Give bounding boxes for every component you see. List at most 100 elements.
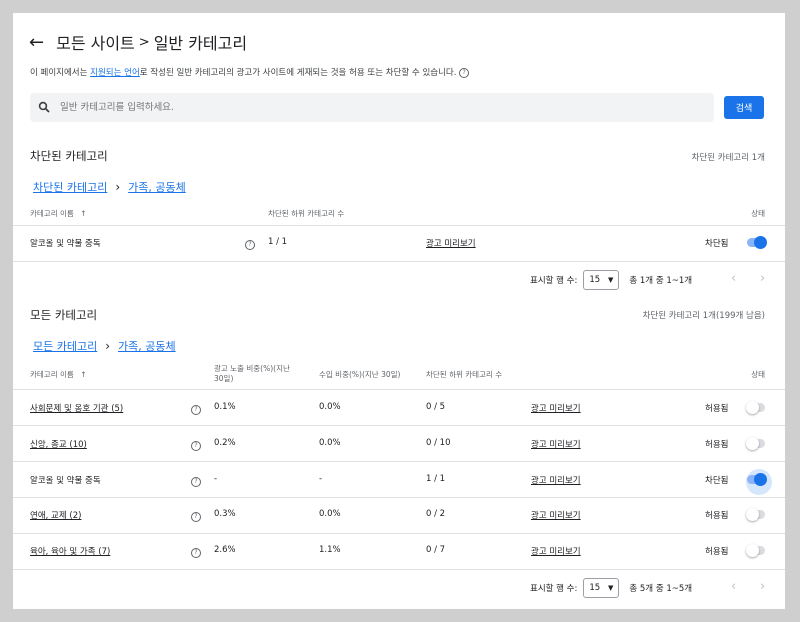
blocked-crumb-root[interactable]: 차단된 카테고리: [33, 179, 107, 195]
page-header: ← 모든 사이트 > 일반 카테고리: [29, 30, 247, 54]
col-header-impressions-line2: 30일): [214, 374, 234, 383]
page-range: 총 5개 중 1~5개: [629, 584, 693, 594]
col-header-sub-blocked: 차단된 하위 카테고리 수: [268, 209, 345, 218]
chevron-right-icon: ›: [115, 180, 121, 194]
blocked-breadcrumb: 차단된 카테고리 › 가족, 공동체: [33, 179, 186, 195]
status-text: 차단됨: [705, 475, 729, 486]
help-icon[interactable]: ?: [191, 548, 201, 559]
ad-preview-link[interactable]: 광고 미리보기: [531, 545, 581, 557]
chevron-right-icon[interactable]: ›: [760, 271, 765, 286]
caret-down-icon: ▼: [607, 584, 614, 592]
help-icon[interactable]: ?: [191, 476, 201, 487]
all-pager: 표시할 행 수: 15 ▼ 총 5개 중 1~5개: [530, 578, 692, 598]
divider: [13, 389, 785, 390]
impression-share: 0.2%: [214, 437, 236, 448]
category-name[interactable]: 육아, 육아 및 가족 (7): [30, 545, 110, 557]
sub-blocked-count: 0 / 7: [426, 545, 446, 556]
divider: [13, 497, 785, 498]
chevron-left-icon[interactable]: ‹: [731, 579, 736, 594]
all-crumb-root[interactable]: 모든 카테고리: [33, 338, 97, 354]
category-name: 알코올 및 약물 중독: [30, 239, 101, 249]
col-header-name[interactable]: 카테고리 이름 ↑: [30, 369, 86, 380]
revenue-share: 0.0%: [319, 509, 341, 520]
toggle-knob: [754, 472, 767, 486]
blocked-pager: 표시할 행 수: 15 ▼ 총 1개 중 1~1개: [530, 270, 692, 290]
sort-arrow-up-icon: ↑: [80, 370, 87, 379]
back-arrow-icon[interactable]: ←: [29, 32, 44, 53]
rows-per-page-select[interactable]: 15 ▼: [583, 578, 620, 598]
col-header-name-label: 카테고리 이름: [30, 209, 74, 218]
block-toggle[interactable]: [746, 401, 765, 414]
supported-languages-link[interactable]: 지원되는 언어: [90, 68, 140, 78]
rows-per-page-value: 15: [589, 275, 601, 285]
category-name[interactable]: 사회문제 및 옹호 기관 (5): [30, 402, 123, 414]
ad-preview-link[interactable]: 광고 미리보기: [531, 509, 581, 521]
chevron-right-icon[interactable]: ›: [760, 579, 765, 594]
rows-per-page-select[interactable]: 15 ▼: [583, 270, 620, 290]
col-header-status: 상태: [751, 209, 765, 218]
impression-share: 0.1%: [214, 402, 236, 412]
col-header-revenue: 수입 비중(%)(지난 30일): [319, 370, 401, 379]
status-text: 허용됨: [705, 439, 729, 450]
category-name[interactable]: 신앙, 종교 (10): [30, 438, 87, 450]
revenue-share: 0.0%: [319, 402, 341, 412]
divider: [13, 533, 785, 534]
ad-preview-link[interactable]: 광고 미리보기: [531, 474, 581, 486]
status-text: 차단됨: [705, 239, 729, 249]
blocked-count: 차단된 카테고리 1개: [691, 153, 765, 163]
col-header-impressions-line1: 광고 노출 비중(%)(지난: [214, 364, 290, 373]
status-text: 허용됨: [705, 547, 729, 558]
all-crumb-current[interactable]: 가족, 공동체: [118, 338, 176, 354]
all-count: 차단된 카테고리 1개(199개 남음): [642, 311, 765, 321]
chevron-left-icon[interactable]: ‹: [731, 271, 736, 286]
rows-per-page-label: 표시할 행 수:: [530, 584, 578, 594]
search-button[interactable]: 검색: [724, 96, 764, 119]
ad-preview-link[interactable]: 광고 미리보기: [426, 237, 476, 249]
block-toggle[interactable]: [746, 544, 765, 558]
search-bar: [30, 93, 714, 122]
toggle-knob: [746, 544, 759, 558]
help-icon[interactable]: ?: [191, 405, 201, 415]
chevron-right-icon: ›: [105, 339, 111, 353]
sort-arrow-up-icon: ↑: [80, 209, 87, 218]
block-toggle[interactable]: [746, 436, 765, 450]
all-section-title: 모든 카테고리: [30, 308, 98, 322]
block-toggle[interactable]: [747, 236, 767, 249]
help-icon[interactable]: ?: [191, 512, 201, 523]
breadcrumb-root[interactable]: 모든 사이트: [56, 30, 135, 54]
status-text: 허용됨: [705, 404, 729, 414]
revenue-share: -: [319, 473, 323, 484]
col-header-name[interactable]: 카테고리 이름 ↑: [30, 208, 86, 219]
blocked-section-title: 차단된 카테고리: [30, 149, 108, 163]
ad-preview-link[interactable]: 광고 미리보기: [531, 438, 581, 450]
divider: [13, 461, 785, 462]
help-icon[interactable]: ?: [459, 67, 470, 78]
revenue-share: 0.0%: [319, 437, 341, 448]
toggle-knob: [746, 401, 759, 414]
rows-per-page-value: 15: [589, 583, 601, 593]
help-icon[interactable]: ?: [191, 440, 201, 451]
page-range: 총 1개 중 1~1개: [629, 276, 693, 286]
search-icon: [38, 98, 50, 117]
caret-down-icon: ▼: [607, 276, 614, 284]
col-header-impressions: 광고 노출 비중(%)(지난 30일): [214, 364, 290, 384]
block-toggle[interactable]: [747, 472, 767, 486]
category-name[interactable]: 연애, 교제 (2): [30, 509, 81, 521]
toggle-knob: [754, 236, 767, 249]
col-header-name-label: 카테고리 이름: [30, 370, 74, 379]
impression-share: -: [214, 473, 218, 484]
toggle-knob: [746, 508, 759, 522]
category-search-input[interactable]: [58, 101, 662, 114]
divider: [13, 261, 785, 262]
sub-blocked-count: 0 / 2: [426, 509, 446, 520]
description-text-end: 로 작성된 일반 카테고리의 광고가 사이트에 게재되는 것을 허용 또는 차단…: [139, 68, 457, 78]
help-icon[interactable]: ?: [245, 240, 255, 250]
col-header-status: 상태: [751, 370, 765, 379]
blocked-crumb-current[interactable]: 가족, 공동체: [128, 179, 186, 195]
ad-preview-link[interactable]: 광고 미리보기: [531, 402, 581, 414]
breadcrumb-separator: >: [138, 34, 150, 50]
page-description: 이 페이지에서는 지원되는 언어로 작성된 일반 카테고리의 광고가 사이트에 …: [30, 66, 470, 78]
divider: [13, 569, 785, 570]
sub-blocked-count: 0 / 5: [426, 402, 446, 412]
block-toggle[interactable]: [746, 508, 765, 522]
